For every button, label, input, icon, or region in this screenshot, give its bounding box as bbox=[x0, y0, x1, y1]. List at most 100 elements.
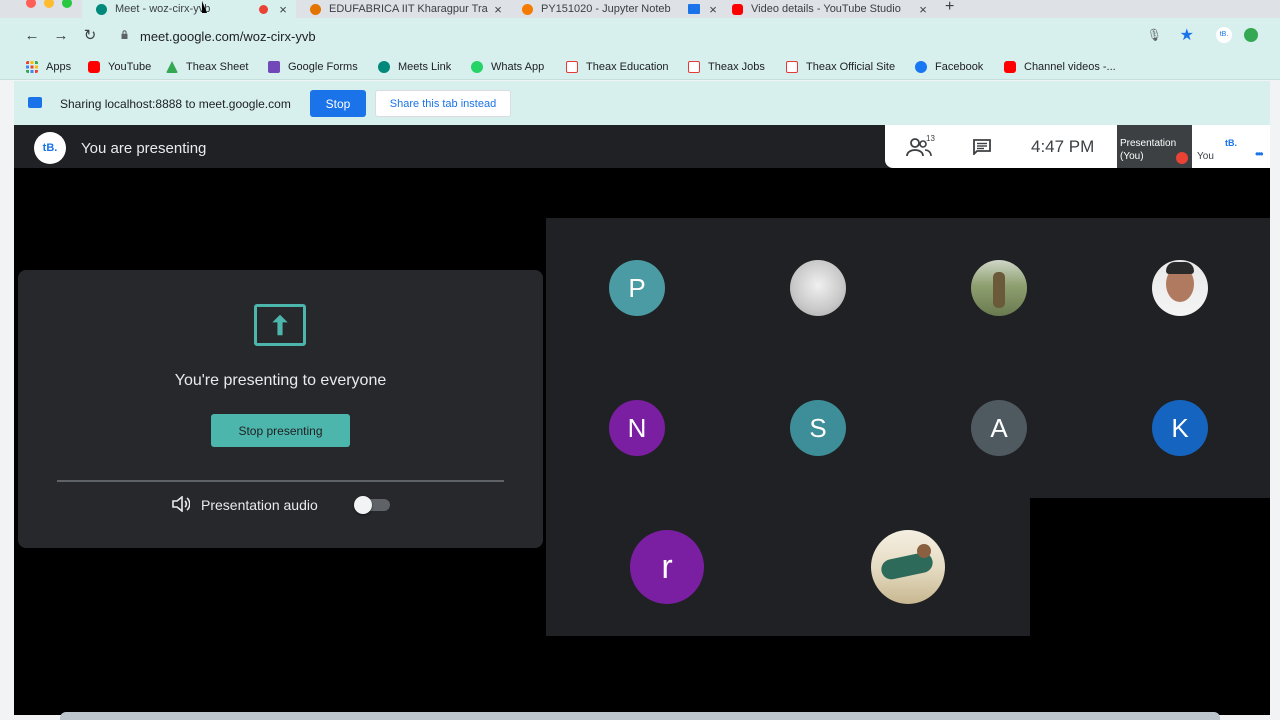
meet-icon bbox=[378, 61, 390, 73]
forms-icon bbox=[268, 61, 280, 73]
bookmark-label: Theax Sheet bbox=[186, 61, 249, 73]
close-tab-icon[interactable]: × bbox=[706, 2, 720, 17]
account-logo-icon: tB. bbox=[34, 132, 66, 164]
bookmark-channel-videos[interactable]: Channel videos -... bbox=[1004, 59, 1116, 75]
youtube-favicon-icon bbox=[732, 3, 743, 15]
participant-photo[interactable] bbox=[790, 260, 846, 316]
participant-avatar[interactable]: S bbox=[790, 400, 846, 456]
participant-avatar[interactable]: A bbox=[971, 400, 1027, 456]
meeting-clock: 4:47 PM bbox=[1031, 137, 1095, 156]
you-label: You bbox=[1197, 151, 1214, 162]
stop-sharing-button[interactable]: Stop bbox=[310, 90, 366, 117]
bookmark-theax-jobs[interactable]: Theax Jobs bbox=[688, 59, 765, 75]
minimize-window-button[interactable] bbox=[44, 0, 54, 8]
bookmark-google-forms[interactable]: Google Forms bbox=[268, 59, 358, 75]
bookmark-theax-official-site[interactable]: Theax Official Site bbox=[786, 59, 895, 75]
presentation-audio-label: Presentation audio bbox=[201, 497, 318, 513]
stop-presenting-button[interactable]: Stop presenting bbox=[211, 414, 350, 447]
cast-icon bbox=[688, 4, 700, 14]
meet-favicon-icon bbox=[96, 3, 107, 15]
chat-icon[interactable] bbox=[973, 139, 991, 155]
participant-avatar[interactable]: N bbox=[609, 400, 665, 456]
bookmark-youtube[interactable]: YouTube bbox=[88, 59, 151, 75]
tab-jupyter[interactable]: PY151020 - Jupyter Noteb × bbox=[512, 0, 720, 18]
extension-update-icon[interactable] bbox=[1244, 28, 1258, 42]
sharing-infobar: Sharing localhost:8888 to meet.google.co… bbox=[14, 81, 1270, 125]
microphone-icon[interactable]: 🎙 bbox=[1147, 28, 1162, 42]
presentation-self-tile[interactable]: Presentation (You) bbox=[1117, 125, 1192, 168]
lock-icon bbox=[121, 30, 128, 39]
speaker-icon bbox=[172, 496, 190, 512]
presenting-to-everyone-text: You're presenting to everyone bbox=[174, 372, 387, 389]
participant-photo[interactable] bbox=[971, 260, 1027, 316]
meet-top-right-panel: 13 4:47 PM Presentation (You) You tB. ••… bbox=[885, 125, 1270, 168]
grid-background-lower bbox=[546, 498, 1030, 636]
apps-grid-icon bbox=[26, 61, 38, 73]
theax-icon bbox=[786, 61, 798, 73]
close-tab-icon[interactable]: × bbox=[276, 2, 290, 17]
bookmark-theax-sheet[interactable]: Theax Sheet bbox=[166, 59, 248, 75]
more-options-icon[interactable]: ••• bbox=[1255, 147, 1263, 161]
bookmark-whats-app[interactable]: Whats App bbox=[471, 59, 544, 75]
tab-title: PY151020 - Jupyter Noteb bbox=[541, 3, 671, 15]
tab-title: Meet - woz-cirx-yvb bbox=[115, 3, 211, 15]
tab-strip: Meet - woz-cirx-yvb × EDUFABRICA IIT Kha… bbox=[0, 0, 1280, 18]
person-figure-icon bbox=[993, 272, 1005, 308]
presentation-audio-toggle[interactable] bbox=[354, 496, 390, 514]
bookmark-label: Facebook bbox=[935, 61, 984, 73]
zoom-window-button[interactable] bbox=[62, 0, 72, 8]
muted-mic-icon bbox=[1176, 152, 1188, 164]
bookmark-label: Google Forms bbox=[288, 61, 358, 73]
participant-avatar[interactable]: P bbox=[609, 260, 665, 316]
forward-icon[interactable]: → bbox=[51, 26, 71, 46]
address-bar[interactable]: meet.google.com/woz-cirx-yvb 🎙 ★ tB. bbox=[110, 22, 1260, 50]
reload-icon[interactable]: ↻ bbox=[80, 26, 100, 46]
youtube-icon bbox=[1004, 61, 1016, 73]
participant-grid: P N S A K r bbox=[546, 218, 1270, 636]
theax-icon bbox=[566, 61, 578, 73]
presenting-card: You're presenting to everyone Stop prese… bbox=[18, 270, 543, 548]
bookmark-label: Whats App bbox=[491, 61, 545, 73]
present-screen-icon bbox=[254, 304, 306, 346]
tab-edufabrica[interactable]: EDUFABRICA IIT Kharagpur Tra × bbox=[300, 0, 505, 18]
browser-toolbar: ← → ↻ meet.google.com/woz-cirx-yvb 🎙 ★ t… bbox=[0, 18, 1280, 54]
back-icon[interactable]: ← bbox=[22, 26, 42, 46]
bookmark-star-icon[interactable]: ★ bbox=[1180, 25, 1194, 45]
toggle-knob bbox=[354, 496, 372, 514]
grid-bottom-spacer bbox=[546, 636, 1270, 715]
participant-photo[interactable] bbox=[871, 530, 945, 604]
share-this-tab-button[interactable]: Share this tab instead bbox=[375, 90, 511, 117]
screen: Meet - woz-cirx-yvb × EDUFABRICA IIT Kha… bbox=[0, 0, 1280, 720]
extension-tb-icon[interactable]: tB. bbox=[1216, 27, 1232, 43]
sharing-status-text: Sharing localhost:8888 to meet.google.co… bbox=[60, 97, 291, 111]
close-tab-icon[interactable]: × bbox=[916, 2, 930, 17]
bookmark-label: Theax Jobs bbox=[708, 61, 765, 73]
facebook-icon bbox=[915, 61, 927, 73]
person-hair-icon bbox=[1166, 262, 1194, 274]
new-tab-button[interactable]: + bbox=[945, 0, 954, 16]
close-tab-icon[interactable]: × bbox=[491, 2, 505, 17]
bookmark-meets-link[interactable]: Meets Link bbox=[378, 59, 451, 75]
tab-title: Video details - YouTube Studio bbox=[751, 3, 901, 15]
card-divider bbox=[57, 480, 504, 482]
participant-photo[interactable] bbox=[1152, 260, 1208, 316]
bookmarks-bar: Apps YouTube Theax Sheet Google Forms Me… bbox=[0, 54, 1280, 80]
bookmark-label: Meets Link bbox=[398, 61, 452, 73]
bookmark-apps[interactable]: Apps bbox=[26, 59, 71, 75]
tab-meet[interactable]: Meet - woz-cirx-yvb × bbox=[82, 0, 296, 18]
bookmark-theax-education[interactable]: Theax Education bbox=[566, 59, 669, 75]
participant-avatar[interactable]: K bbox=[1152, 400, 1208, 456]
whatsapp-icon bbox=[471, 61, 483, 73]
bookmark-label: Apps bbox=[46, 61, 72, 73]
tab-youtube-studio[interactable]: Video details - YouTube Studio × bbox=[724, 0, 930, 18]
meet-stage: tB. You are presenting 13 4:47 PM Presen… bbox=[14, 125, 1270, 715]
screen-share-icon bbox=[28, 97, 42, 108]
grid-background bbox=[546, 218, 1270, 498]
grid-empty-area bbox=[1030, 498, 1270, 636]
close-window-button[interactable] bbox=[26, 0, 36, 8]
theax-icon bbox=[688, 61, 700, 73]
bookmark-facebook[interactable]: Facebook bbox=[915, 59, 983, 75]
bookmark-label: Theax Education bbox=[586, 61, 669, 73]
recording-icon bbox=[259, 4, 268, 14]
participant-avatar[interactable]: r bbox=[630, 530, 704, 604]
